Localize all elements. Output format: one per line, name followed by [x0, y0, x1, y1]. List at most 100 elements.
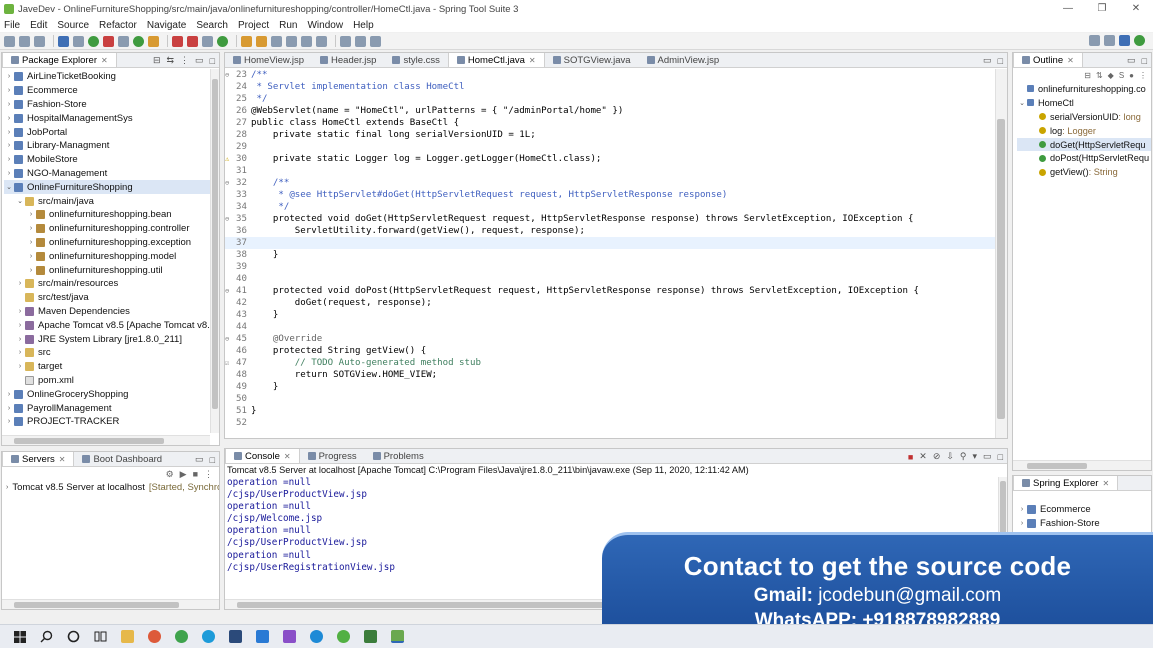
expand-arrow-icon[interactable]: › [26, 239, 36, 246]
menu-help[interactable]: Help [353, 20, 374, 31]
outline-item[interactable]: onlinefurnitureshopping.co [1017, 82, 1151, 96]
scroll-thumb[interactable] [1027, 463, 1087, 469]
tree-item[interactable]: › Maven Dependencies [4, 305, 219, 319]
forward-icon[interactable] [355, 35, 366, 47]
stop-icon[interactable] [172, 35, 183, 47]
maximize-button[interactable]: ❐ [1085, 0, 1119, 18]
visual-studio-icon[interactable] [283, 630, 296, 643]
list-item[interactable]: › Ecommerce [1013, 503, 1151, 517]
expand-arrow-icon[interactable]: › [1017, 520, 1027, 527]
tree-item[interactable]: › Fashion-Store [4, 98, 219, 112]
tree-item[interactable]: › HospitalManagementSys [4, 111, 219, 125]
spring-perspective-icon[interactable] [1134, 35, 1145, 46]
package-explorer-hscrollbar[interactable] [2, 435, 210, 445]
close-tab-icon[interactable]: ✕ [529, 56, 536, 65]
menu-run[interactable]: Run [279, 20, 297, 31]
close-tab-icon[interactable]: ✕ [1067, 56, 1074, 65]
tree-item[interactable]: › Library-Managment [4, 139, 219, 153]
active-app-icon[interactable] [391, 630, 404, 643]
close-button[interactable]: ✕ [1119, 0, 1153, 18]
expand-arrow-icon[interactable]: › [15, 322, 25, 329]
expand-arrow-icon[interactable]: › [26, 225, 36, 232]
sort-icon[interactable]: ⇅ [1096, 71, 1103, 80]
close-tab-icon[interactable]: ✕ [59, 455, 66, 464]
outline-item[interactable]: doPost(HttpServletRequ [1017, 151, 1151, 165]
editor-tab[interactable]: SOTGView.java [545, 53, 639, 67]
disconnect-icon[interactable] [187, 35, 198, 47]
spring-tool-icon[interactable] [337, 630, 350, 643]
minimize-view-icon[interactable]: ▭ [983, 55, 992, 66]
expand-arrow-icon[interactable]: › [15, 349, 25, 356]
code-line[interactable]: ⊖ 45 @Override [225, 333, 995, 345]
code-line[interactable]: 37 [225, 237, 995, 249]
expand-arrow-icon[interactable]: ⌄ [15, 197, 25, 205]
tree-item[interactable]: › src/main/resources [4, 277, 219, 291]
expand-arrow-icon[interactable]: › [1017, 506, 1027, 513]
scroll-thumb[interactable] [14, 602, 179, 608]
task-view-icon[interactable] [94, 630, 107, 643]
code-line[interactable]: 24 * Servlet implementation class HomeCt… [225, 81, 995, 93]
minimize-view-icon[interactable]: ▭ [195, 55, 204, 66]
chrome-icon[interactable] [148, 630, 161, 643]
skip-breakpoints-icon[interactable] [73, 35, 84, 47]
menu-file[interactable]: File [4, 20, 20, 31]
code-line[interactable]: 25 */ [225, 93, 995, 105]
search-tool-icon[interactable] [271, 35, 282, 47]
expand-arrow-icon[interactable]: › [4, 170, 14, 177]
code-line[interactable]: 49 } [225, 381, 995, 393]
expand-arrow-icon[interactable]: › [26, 211, 36, 218]
close-tab-icon[interactable]: ✕ [284, 452, 291, 461]
stop-server-icon[interactable]: ■ [193, 469, 198, 479]
tab-boot-dashboard[interactable]: Boot Dashboard [74, 452, 170, 466]
tree-item[interactable]: › Apache Tomcat v8.5 [Apache Tomcat v8.5] [4, 318, 219, 332]
terminal-icon[interactable] [58, 35, 69, 47]
hide-fields-icon[interactable]: ◆ [1108, 71, 1114, 80]
expand-arrow-icon[interactable]: › [26, 253, 36, 260]
editor-tab[interactable]: HomeView.jsp [225, 53, 312, 67]
menu-refactor[interactable]: Refactor [99, 20, 137, 31]
minimize-view-icon[interactable]: ▭ [983, 451, 992, 462]
pin-console-icon[interactable]: ⚲ [960, 451, 967, 462]
vscode-icon[interactable] [256, 630, 269, 643]
code-line[interactable]: 50 [225, 393, 995, 405]
open-type-icon[interactable] [241, 35, 252, 47]
close-tab-icon[interactable]: ✕ [101, 56, 108, 65]
tree-item[interactable]: › onlinefurnitureshopping.exception [4, 236, 219, 250]
code-line[interactable]: 27 public class HomeCtl extends BaseCtl { [225, 117, 995, 129]
windows-start-icon[interactable] [13, 630, 26, 643]
expand-arrow-icon[interactable]: › [15, 280, 25, 287]
tab-progress[interactable]: Progress [300, 449, 365, 463]
tree-item[interactable]: › onlinefurnitureshopping.model [4, 249, 219, 263]
menu-project[interactable]: Project [238, 20, 269, 31]
edge-icon[interactable] [310, 630, 323, 643]
expand-arrow-icon[interactable]: › [4, 418, 14, 425]
server-row[interactable]: › Tomcat v8.5 Server at localhost [Start… [2, 481, 219, 495]
expand-arrow-icon[interactable]: ⌄ [1017, 99, 1027, 107]
code-line[interactable]: 34 */ [225, 201, 995, 213]
new-java-project-icon[interactable] [202, 35, 213, 47]
code-line[interactable]: 46 protected String getView() { [225, 345, 995, 357]
code-line[interactable]: 36 ServletUtility.forward(getView(), req… [225, 225, 995, 237]
new-class-icon[interactable] [217, 35, 228, 47]
tab-console[interactable]: Console ✕ [225, 449, 300, 463]
menu-window[interactable]: Window [307, 20, 343, 31]
code-line[interactable]: 42 doGet(request, response); [225, 297, 995, 309]
debug-server-icon[interactable]: ⚙ [166, 469, 174, 480]
tree-item[interactable]: › PROJECT-TRACKER [4, 415, 219, 429]
cortana-icon[interactable] [67, 630, 80, 643]
tree-item[interactable]: › JobPortal [4, 125, 219, 139]
expand-arrow-icon[interactable]: › [4, 156, 14, 163]
view-menu-icon[interactable]: ⋮ [180, 55, 189, 66]
tab-spring-explorer[interactable]: Spring Explorer ✕ [1013, 476, 1119, 490]
collapse-all-icon[interactable]: ⊟ [153, 55, 161, 66]
code-line[interactable]: ⊖ 35 protected void doGet(HttpServletRequ… [225, 213, 995, 225]
new-icon[interactable] [4, 35, 15, 47]
tree-item[interactable]: ⌄ src/main/java [4, 194, 219, 208]
tree-item[interactable]: › OnlineGroceryShopping [4, 387, 219, 401]
view-menu-icon[interactable]: ⋮ [1139, 71, 1147, 80]
tree-item[interactable]: › src [4, 346, 219, 360]
link-editor-icon[interactable]: ⇆ [167, 55, 175, 66]
expand-arrow-icon[interactable]: › [26, 267, 36, 274]
tree-item[interactable]: › onlinefurnitureshopping.util [4, 263, 219, 277]
maximize-view-icon[interactable]: □ [210, 56, 215, 66]
